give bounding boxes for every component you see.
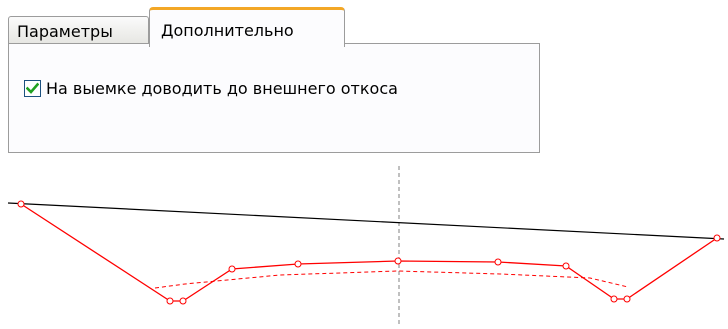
tab-additional[interactable]: Дополнительно <box>149 7 345 47</box>
extend-to-outer-slope-checkbox[interactable] <box>24 80 41 97</box>
tab-parameters[interactable]: Параметры <box>8 16 149 46</box>
profile-vertex <box>394 257 402 265</box>
profile-vertex <box>610 295 618 303</box>
profile-vertex <box>494 258 502 266</box>
tab-parameters-label: Параметры <box>17 22 113 41</box>
profile-vertex <box>179 297 187 305</box>
ground-surface-line <box>7 202 725 240</box>
profile-vertex <box>294 260 302 268</box>
tab-additional-label: Дополнительно <box>161 21 294 40</box>
profile-vertices <box>17 200 721 305</box>
extend-to-outer-slope-label: На выемке доводить до внешнего откоса <box>46 79 398 98</box>
profile-vertex <box>228 265 236 273</box>
profile-vertex <box>166 297 174 305</box>
profile-vertex <box>17 200 25 208</box>
design-profile-line <box>20 203 718 302</box>
tab-panel-additional: На выемке доводить до внешнего откоса <box>8 43 540 153</box>
tab-strip: Параметры Дополнительно <box>8 6 540 47</box>
profile-vertex <box>623 295 631 303</box>
cross-section-diagram <box>7 166 725 326</box>
profile-vertex <box>562 262 570 270</box>
checkmark-icon <box>26 82 39 94</box>
extend-to-outer-slope-option[interactable]: На выемке доводить до внешнего откоса <box>24 79 398 98</box>
profile-vertex <box>713 234 721 242</box>
